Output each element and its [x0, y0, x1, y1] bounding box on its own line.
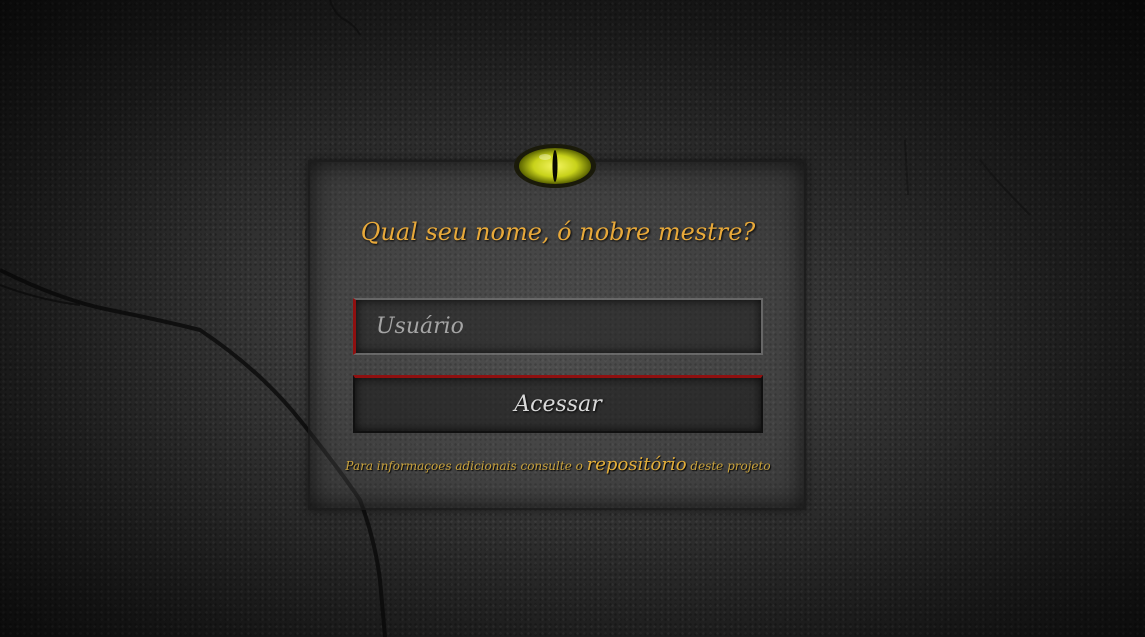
username-input[interactable]	[353, 298, 763, 355]
dragon-eye-icon	[514, 144, 596, 188]
info-text: Para informaçoes adicionais consulte o r…	[308, 454, 808, 475]
info-prefix: Para informaçoes adicionais consulte o	[345, 459, 583, 473]
page-title: Qual seu nome, ó nobre mestre?	[360, 218, 756, 246]
info-suffix: deste projeto	[690, 459, 771, 473]
repository-link[interactable]: repositório	[587, 454, 687, 475]
access-button[interactable]: Acessar	[353, 375, 763, 433]
